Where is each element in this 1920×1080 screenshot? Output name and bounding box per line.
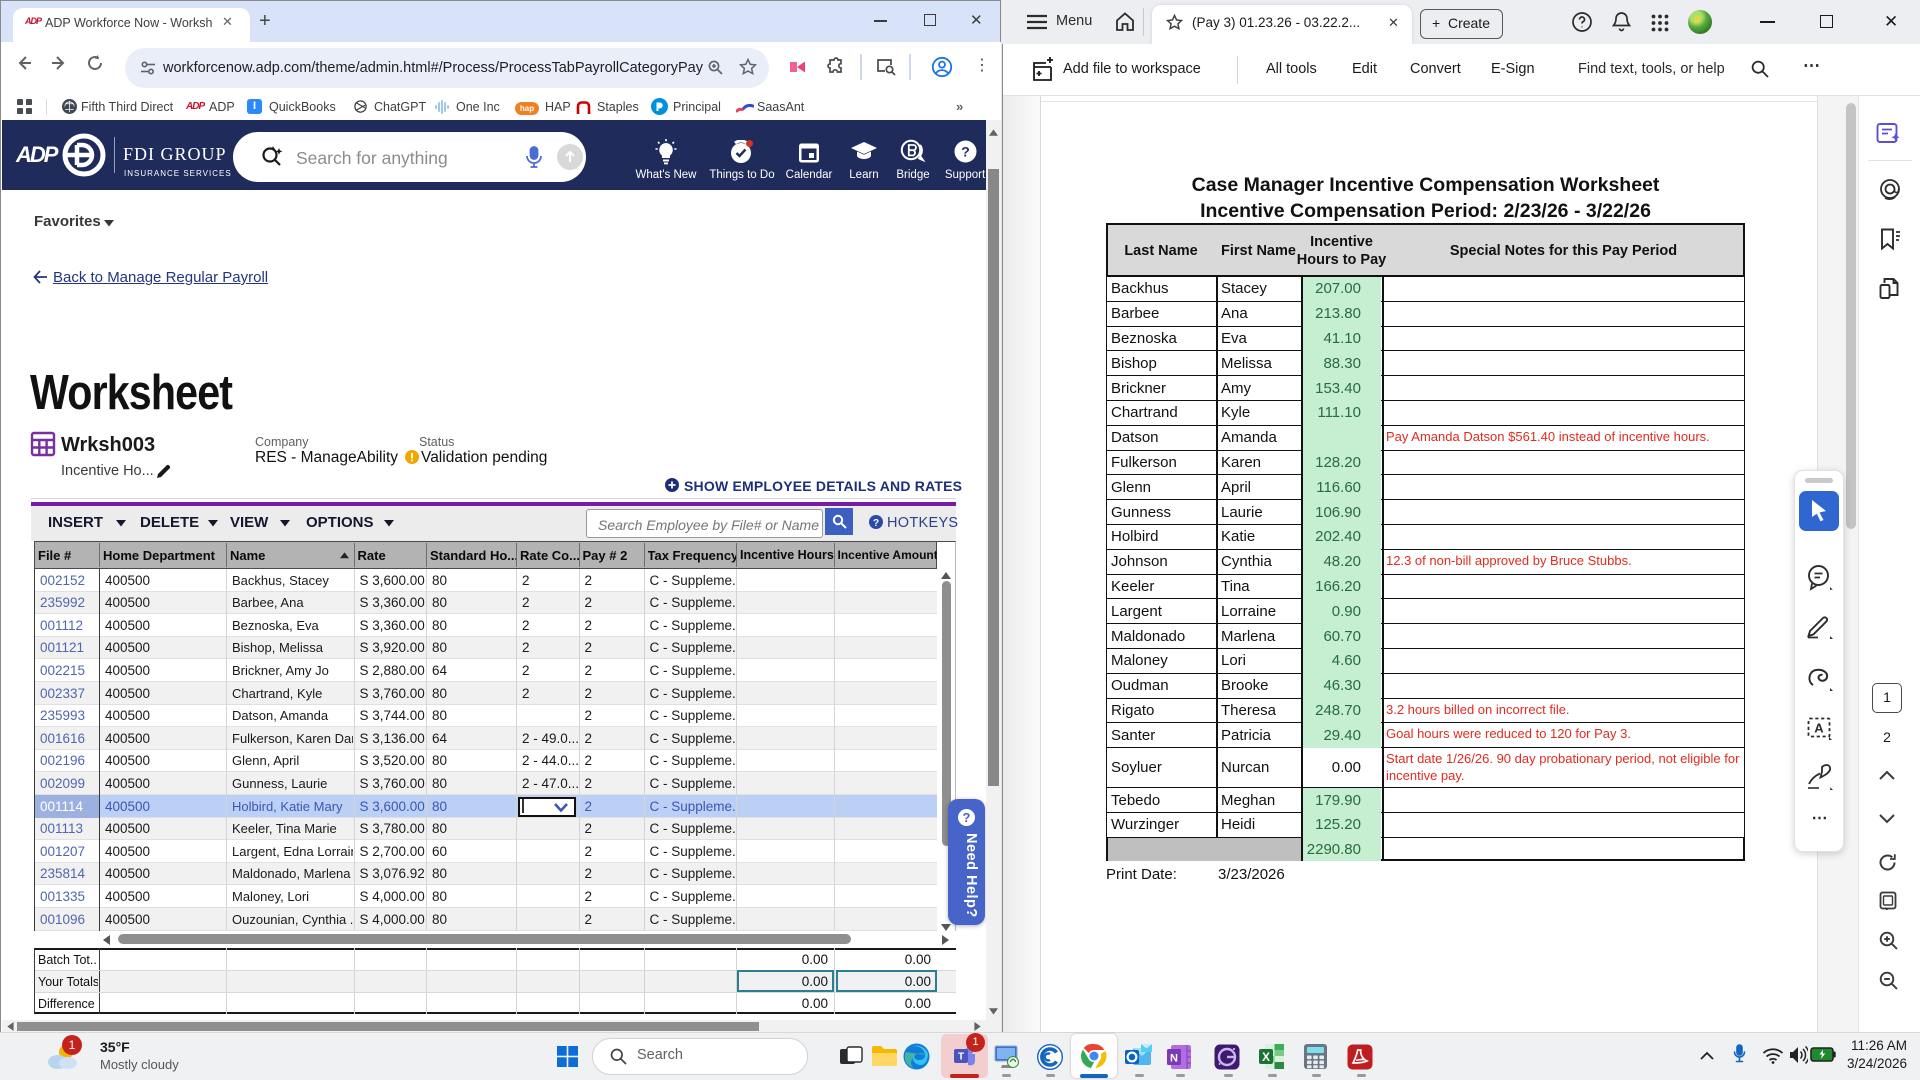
svg-text:A: A [1814,721,1824,736]
svg-text:T: T [958,1052,964,1063]
svg-text:?: ? [873,518,879,529]
svg-text:?: ? [961,144,970,160]
svg-text:X: X [1262,1050,1270,1064]
svg-text:N: N [1170,1053,1178,1065]
